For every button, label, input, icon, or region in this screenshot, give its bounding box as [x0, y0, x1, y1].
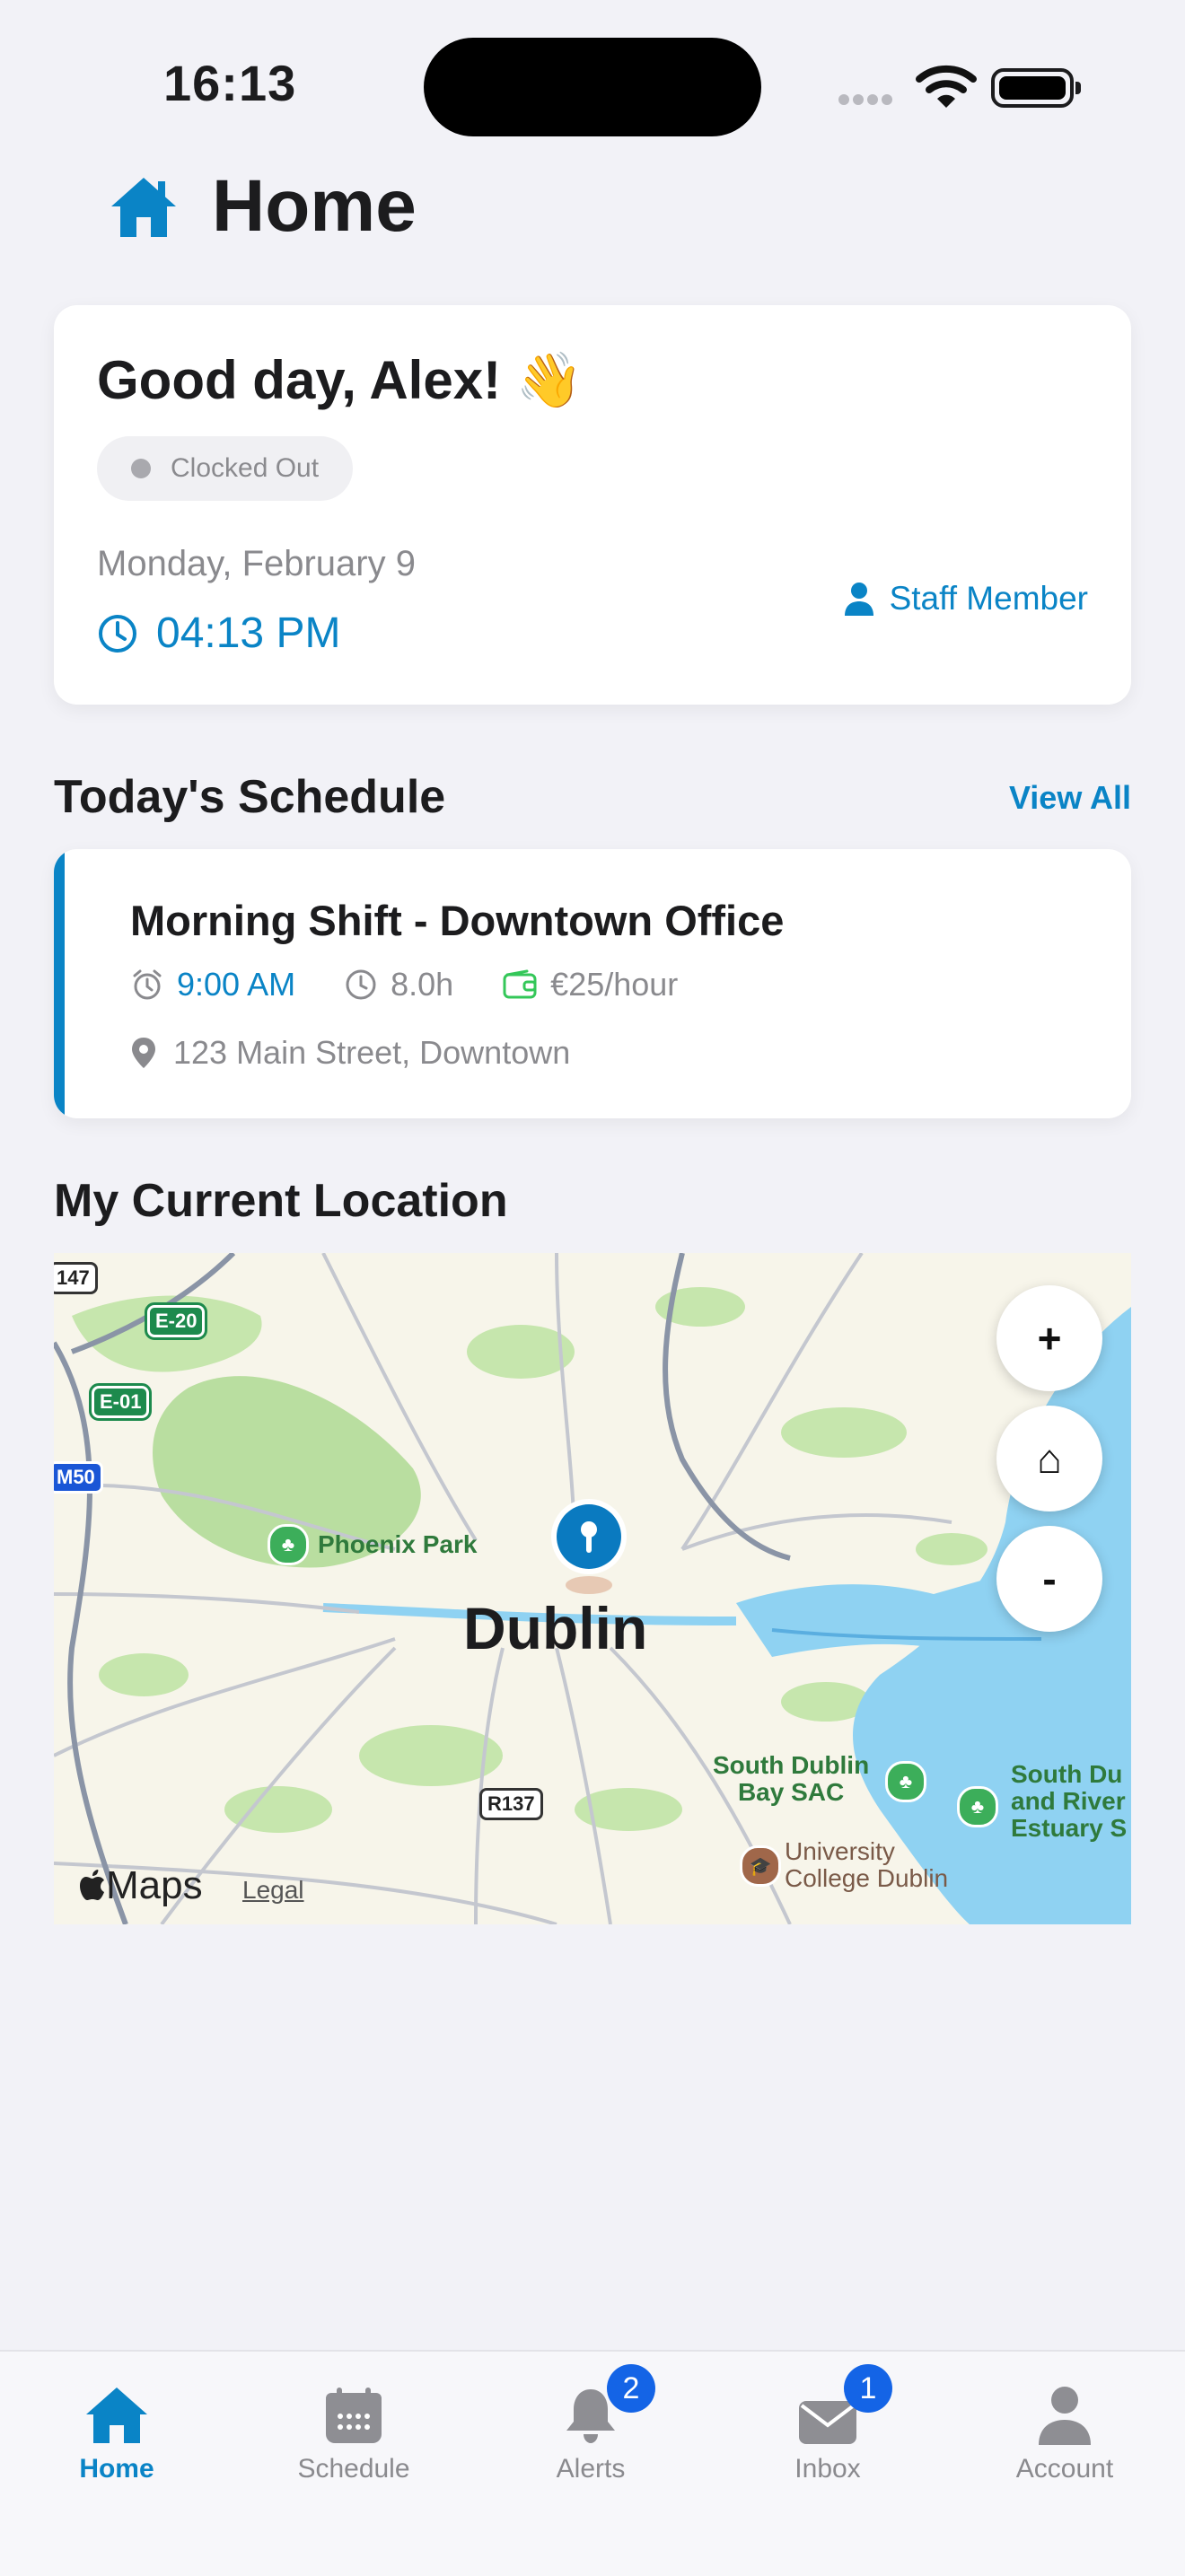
inbox-badge: 1	[844, 2364, 892, 2413]
place-label-ucd: University College Dublin	[785, 1837, 949, 1892]
shift-duration-text: 8.0h	[391, 966, 454, 1003]
current-time: 04:13 PM	[97, 609, 340, 658]
alarm-clock-icon	[133, 969, 162, 1000]
greeting-text: Good day, Alex! 👋	[97, 350, 584, 410]
apple-logo-icon	[80, 1870, 104, 1900]
graduation-cap-icon: 🎓	[740, 1845, 781, 1887]
shift-meta: 9:00 AM 8.0h €25/hour	[130, 966, 726, 1003]
shift-card[interactable]: Morning Shift - Downtown Office 9:00 AM …	[54, 849, 1131, 1118]
road-shield-e20: E-20	[144, 1302, 208, 1340]
current-date: Monday, February 9	[97, 544, 416, 583]
tab-bar: Home Schedule 2 Alerts 1 Inbox Account	[0, 2350, 1185, 2576]
role-badge: Staff Member	[843, 580, 1088, 618]
shift-start: 9:00 AM	[130, 966, 295, 1003]
shift-start-time: 9:00 AM	[177, 966, 296, 1003]
tab-label: Alerts	[556, 2454, 626, 2484]
road-shield-e01: E-01	[88, 1383, 153, 1421]
tab-label: Schedule	[297, 2454, 410, 2484]
current-location-pin-icon	[551, 1499, 627, 1594]
shift-duration: 8.0h	[344, 966, 453, 1003]
page-header: Home	[108, 162, 417, 251]
location-pin-icon	[132, 1038, 155, 1068]
greeting-card: Good day, Alex! 👋 Clocked Out Monday, Fe…	[54, 305, 1131, 705]
tab-label: Account	[1015, 2454, 1114, 2484]
zoom-in-button[interactable]: +	[996, 1285, 1102, 1391]
location-section-title: My Current Location	[54, 1175, 508, 1227]
location-map[interactable]: 147 E-20 E-01 M50 R137 ♣ Phoenix Park Du…	[54, 1253, 1131, 1924]
shift-rate: €25/hour	[502, 966, 678, 1003]
place-label-south-dublin-bay: South Dublin Bay SAC	[713, 1751, 870, 1806]
clock-icon	[99, 614, 136, 653]
clock-status-badge: Clocked Out	[97, 436, 354, 501]
maps-brand: Maps	[79, 1863, 203, 1908]
recenter-home-button[interactable]: ⌂	[996, 1406, 1102, 1511]
house-icon	[86, 2388, 147, 2443]
page-title: Home	[212, 165, 417, 247]
envelope-icon	[799, 2401, 856, 2444]
road-shield-m50: M50	[54, 1461, 103, 1494]
dynamic-island	[424, 38, 761, 136]
wifi-icon	[916, 65, 977, 108]
alerts-badge: 2	[607, 2364, 655, 2413]
tab-home[interactable]: Home	[27, 2373, 206, 2484]
tab-alerts[interactable]: 2 Alerts	[501, 2364, 680, 2484]
cellular-signal-icon	[838, 93, 901, 106]
time-text: 04:13 PM	[156, 609, 341, 657]
schedule-section-title: Today's Schedule	[54, 771, 446, 823]
person-icon	[1039, 2387, 1091, 2445]
shift-rate-text: €25/hour	[550, 966, 679, 1003]
role-label: Staff Member	[889, 580, 1088, 617]
tree-icon: ♣	[957, 1786, 998, 1827]
shift-address: 123 Main Street, Downtown	[130, 1034, 570, 1072]
house-icon	[111, 178, 176, 237]
status-time: 16:13	[163, 55, 297, 111]
city-label-dublin: Dublin	[463, 1595, 648, 1661]
legal-link[interactable]: Legal	[242, 1876, 304, 1905]
park-label-phoenix-park: ♣ Phoenix Park	[268, 1524, 477, 1565]
shift-title: Morning Shift - Downtown Office	[130, 897, 785, 944]
tab-account[interactable]: Account	[975, 2373, 1154, 2484]
tab-label: Inbox	[794, 2454, 861, 2484]
person-icon	[844, 583, 873, 616]
zoom-out-button[interactable]: -	[996, 1526, 1102, 1632]
road-shield-r137: R137	[479, 1788, 543, 1820]
clock-status-label: Clocked Out	[171, 453, 320, 483]
status-dot-icon	[131, 459, 151, 478]
place-label-south-dublin-estuary: South Du and River Estuary S	[1011, 1760, 1128, 1842]
view-all-link[interactable]: View All	[1009, 779, 1131, 817]
shift-address-text: 123 Main Street, Downtown	[173, 1034, 571, 1071]
tab-inbox[interactable]: 1 Inbox	[738, 2364, 917, 2484]
shift-accent-bar	[54, 849, 65, 1118]
wallet-icon	[503, 969, 537, 999]
status-bar: 16:13	[0, 0, 1185, 162]
tab-schedule[interactable]: Schedule	[264, 2373, 443, 2484]
tree-icon: ♣	[885, 1761, 926, 1802]
tree-icon: ♣	[268, 1524, 309, 1565]
clock-icon	[346, 969, 376, 1000]
calendar-icon	[326, 2388, 382, 2443]
battery-icon	[991, 68, 1081, 108]
tab-label: Home	[79, 2454, 154, 2484]
road-shield-147: 147	[54, 1262, 98, 1294]
